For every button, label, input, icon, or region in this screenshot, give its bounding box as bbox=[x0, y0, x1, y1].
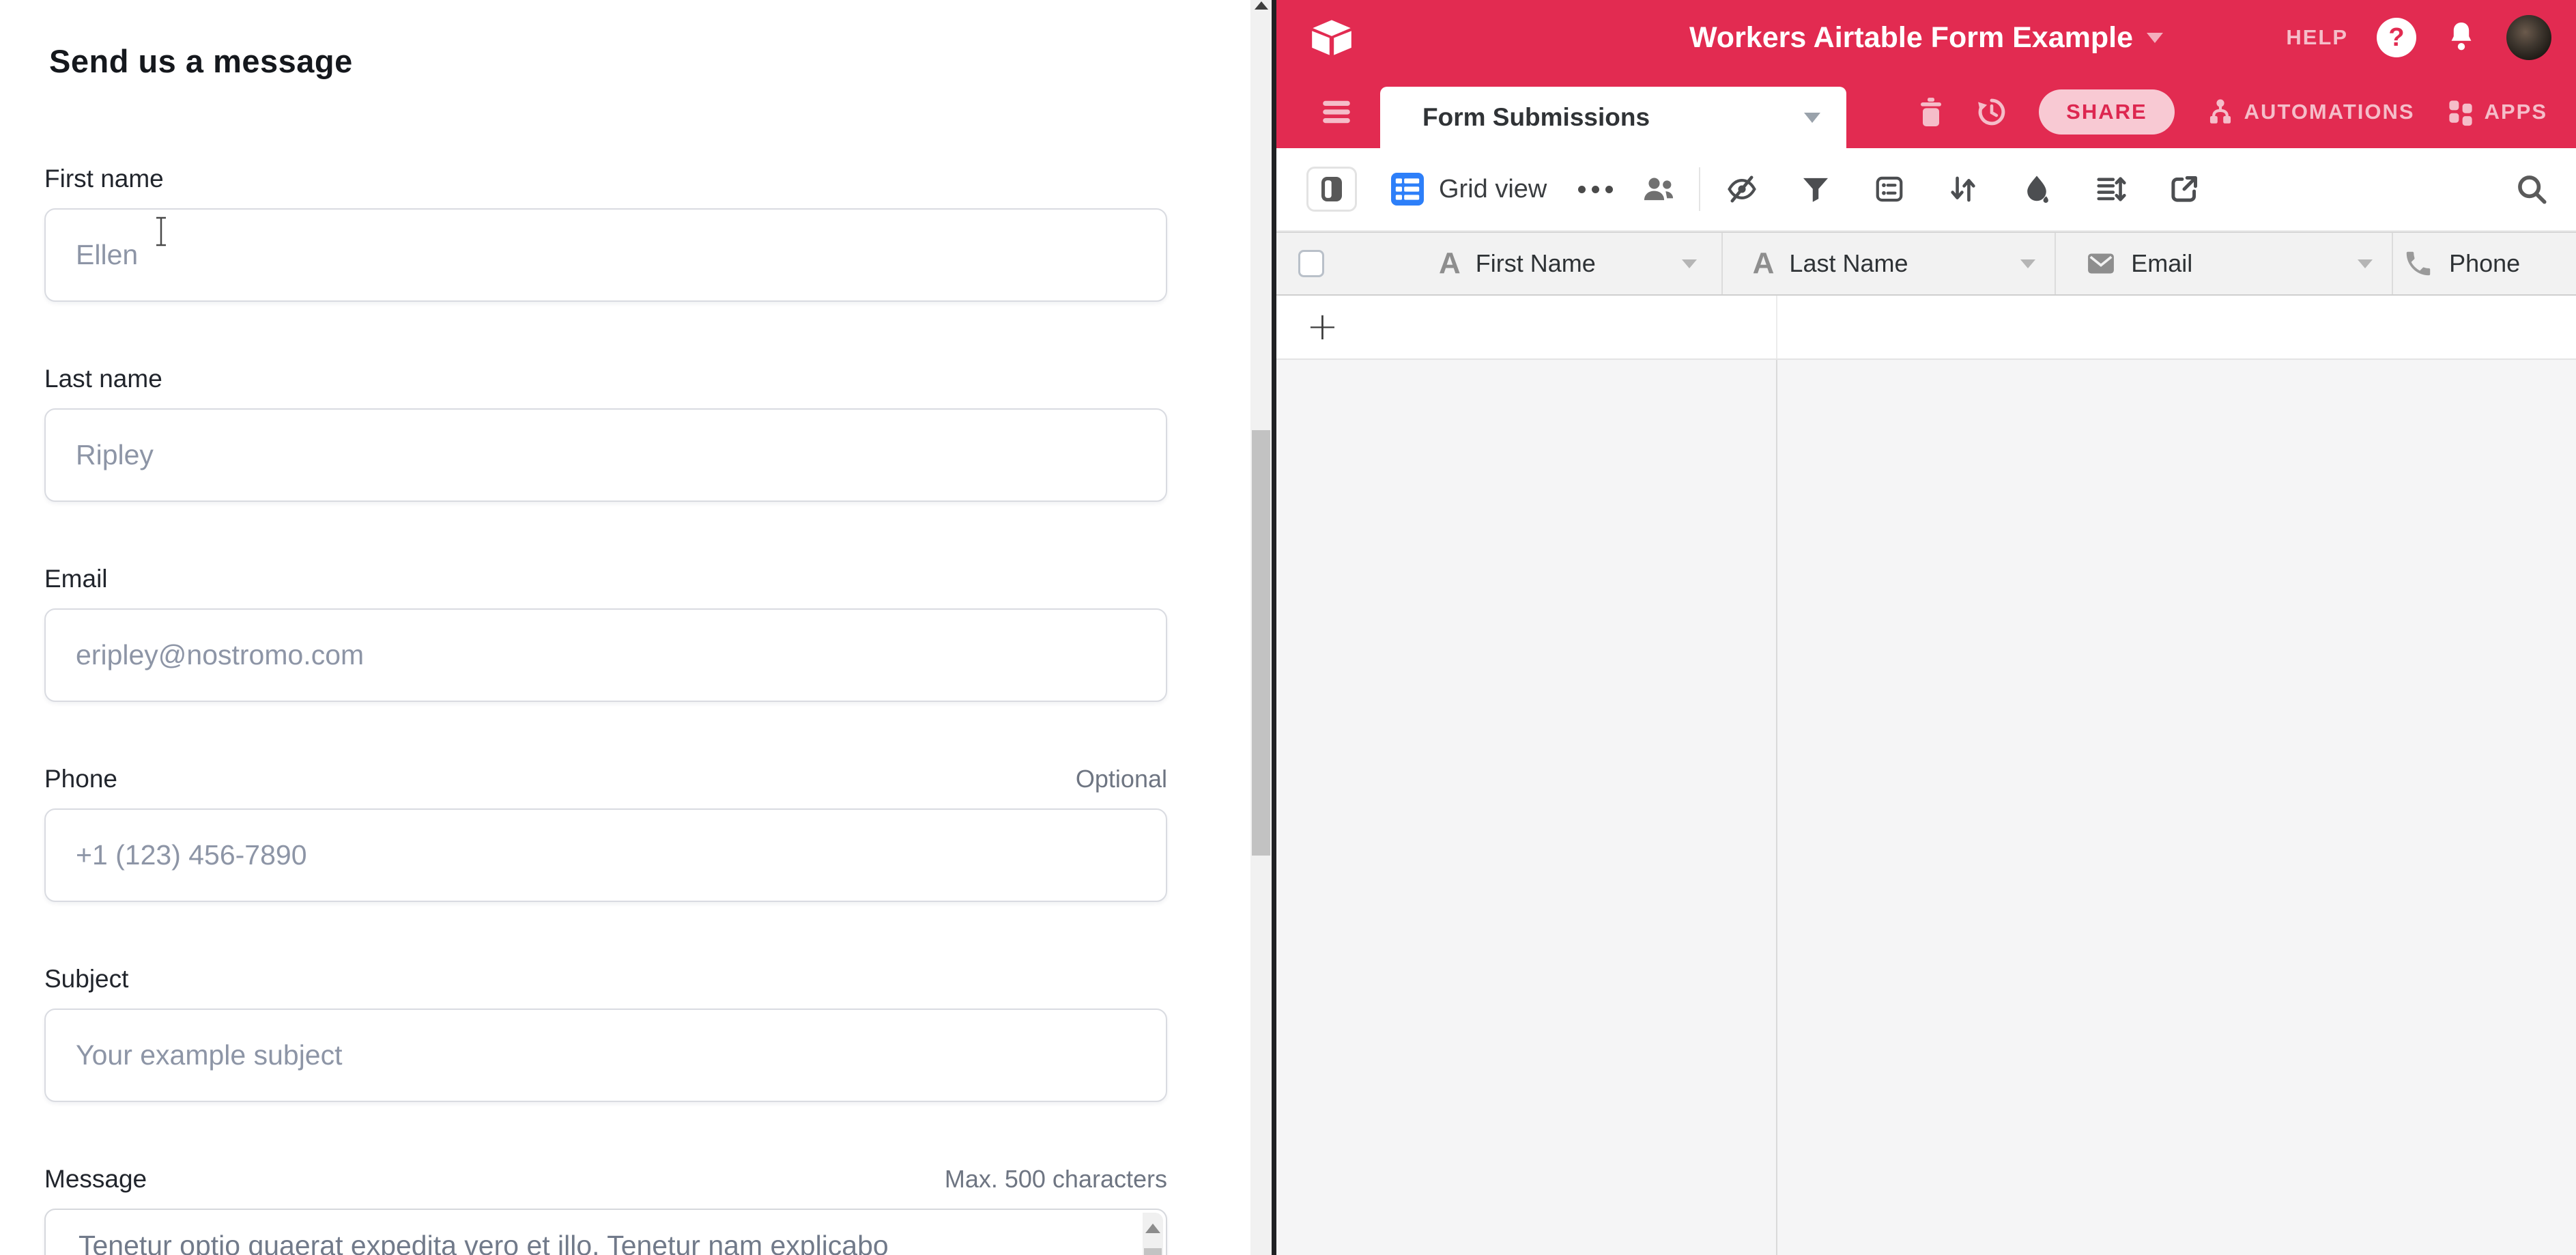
add-record-row[interactable]: + bbox=[1276, 296, 2576, 360]
contact-form-panel: Send us a message First name Last name bbox=[0, 0, 1250, 1255]
record-color-icon[interactable] bbox=[2021, 173, 2052, 205]
first-name-label: First name bbox=[44, 164, 164, 194]
tables-menu-icon[interactable] bbox=[1321, 100, 1351, 124]
base-title: Workers Airtable Form Example bbox=[1689, 21, 2133, 55]
text-field-icon: A bbox=[1439, 249, 1461, 279]
search-icon[interactable] bbox=[2515, 172, 2549, 206]
field-message: Message Max. 500 characters Tenetur opti… bbox=[44, 1164, 1167, 1255]
grid-header-row: A First Name A Last Name bbox=[1276, 233, 2576, 296]
chevron-down-icon bbox=[1804, 113, 1820, 123]
email-input[interactable] bbox=[44, 608, 1167, 702]
add-record-plus-icon[interactable]: + bbox=[1306, 308, 1339, 346]
views-sidebar-toggle-button[interactable] bbox=[1306, 167, 1357, 212]
message-label: Message bbox=[44, 1164, 147, 1194]
text-field-icon: A bbox=[1753, 249, 1775, 279]
apps-button[interactable]: APPS bbox=[2446, 98, 2547, 126]
share-view-icon[interactable] bbox=[2169, 173, 2200, 205]
share-button[interactable]: SHARE bbox=[2039, 89, 2175, 135]
sort-icon[interactable] bbox=[1947, 173, 1979, 205]
last-name-label: Last name bbox=[44, 364, 162, 394]
phone-field-icon bbox=[2403, 248, 2434, 279]
grid-view-icon bbox=[1391, 173, 1424, 206]
contact-form: Send us a message First name Last name bbox=[0, 0, 1249, 1255]
message-maxchars-note: Max. 500 characters bbox=[945, 1164, 1167, 1194]
field-first-name: First name bbox=[44, 164, 1167, 302]
text-cursor-pointer bbox=[154, 216, 169, 246]
airtable-logo-icon[interactable] bbox=[1310, 18, 1354, 57]
column-header-first-name[interactable]: A First Name bbox=[1276, 233, 1723, 294]
message-textarea[interactable]: Tenetur optio quaerat expedita vero et i… bbox=[44, 1209, 1167, 1255]
select-all-checkbox[interactable] bbox=[1298, 250, 1324, 277]
phone-input[interactable] bbox=[44, 808, 1167, 902]
field-subject: Subject bbox=[44, 964, 1167, 1102]
view-options-ellipsis-icon[interactable] bbox=[1578, 186, 1613, 193]
toolbar-divider bbox=[1699, 167, 1700, 211]
field-phone: Phone Optional bbox=[44, 764, 1167, 902]
chevron-down-icon bbox=[2358, 259, 2373, 268]
last-name-input[interactable] bbox=[44, 408, 1167, 502]
field-last-name: Last name bbox=[44, 364, 1167, 502]
column-group-divider bbox=[1776, 233, 1777, 1255]
trash-icon[interactable] bbox=[1917, 97, 1945, 127]
automations-label: AUTOMATIONS bbox=[2244, 100, 2415, 124]
airtable-tabbar: Form Submissions bbox=[1276, 75, 2576, 148]
message-scrollbar-thumb[interactable] bbox=[1144, 1248, 1162, 1255]
help-button[interactable]: HELP bbox=[2286, 25, 2348, 50]
view-toolbar: Grid view bbox=[1276, 148, 2576, 231]
email-field-icon bbox=[2086, 250, 2116, 277]
row-height-icon[interactable] bbox=[2095, 173, 2126, 205]
left-pane-scrollbar-thumb[interactable] bbox=[1252, 430, 1270, 856]
apps-label: APPS bbox=[2485, 100, 2547, 124]
group-icon[interactable] bbox=[1874, 173, 1905, 205]
filter-icon[interactable] bbox=[1800, 173, 1831, 205]
hide-fields-icon[interactable] bbox=[1726, 173, 1758, 205]
column-group-divider bbox=[1776, 296, 1777, 358]
sidebar-panel-icon bbox=[1319, 175, 1344, 203]
scroll-up-arrow-icon[interactable] bbox=[1255, 1, 1268, 10]
grid-view-area: A First Name A Last Name bbox=[1276, 231, 2576, 1255]
subject-label: Subject bbox=[44, 964, 128, 994]
chevron-down-icon bbox=[1682, 259, 1697, 268]
column-header-email[interactable]: Email bbox=[2056, 233, 2393, 294]
tab-label: Form Submissions bbox=[1422, 103, 1804, 132]
user-avatar[interactable] bbox=[2506, 15, 2551, 60]
column-header-last-name[interactable]: A Last Name bbox=[1723, 233, 2057, 294]
base-title-dropdown[interactable]: Workers Airtable Form Example bbox=[1689, 21, 2163, 55]
tab-form-submissions[interactable]: Form Submissions bbox=[1380, 87, 1846, 148]
email-label: Email bbox=[44, 564, 108, 594]
automations-button[interactable]: AUTOMATIONS bbox=[2206, 98, 2415, 126]
base-history-icon[interactable] bbox=[1976, 96, 2007, 128]
left-pane-scrollbar[interactable] bbox=[1250, 0, 1272, 1255]
window-divider bbox=[1272, 0, 1276, 1255]
message-scrollbar[interactable] bbox=[1143, 1213, 1163, 1255]
first-name-input[interactable] bbox=[44, 208, 1167, 302]
view-name-label: Grid view bbox=[1439, 175, 1547, 204]
form-heading: Send us a message bbox=[49, 42, 1167, 80]
airtable-window: Workers Airtable Form Example HELP ? bbox=[1276, 0, 2576, 1255]
chevron-down-icon bbox=[2147, 33, 2163, 43]
help-question-icon[interactable]: ? bbox=[2377, 18, 2416, 57]
airtable-topbar: Workers Airtable Form Example HELP ? bbox=[1276, 0, 2576, 75]
view-switcher-grid-view[interactable]: Grid view bbox=[1391, 173, 1547, 206]
scroll-up-arrow-icon[interactable] bbox=[1145, 1224, 1160, 1233]
field-email: Email bbox=[44, 564, 1167, 702]
phone-optional-note: Optional bbox=[1076, 764, 1167, 794]
notifications-bell-icon[interactable] bbox=[2445, 20, 2478, 55]
screenshot-root: Send us a message First name Last name bbox=[0, 0, 2576, 1255]
collaborators-icon[interactable] bbox=[1642, 173, 1676, 205]
subject-input[interactable] bbox=[44, 1009, 1167, 1102]
column-header-phone[interactable]: Phone bbox=[2393, 233, 2576, 294]
chevron-down-icon bbox=[2020, 259, 2035, 268]
phone-label: Phone bbox=[44, 764, 117, 794]
